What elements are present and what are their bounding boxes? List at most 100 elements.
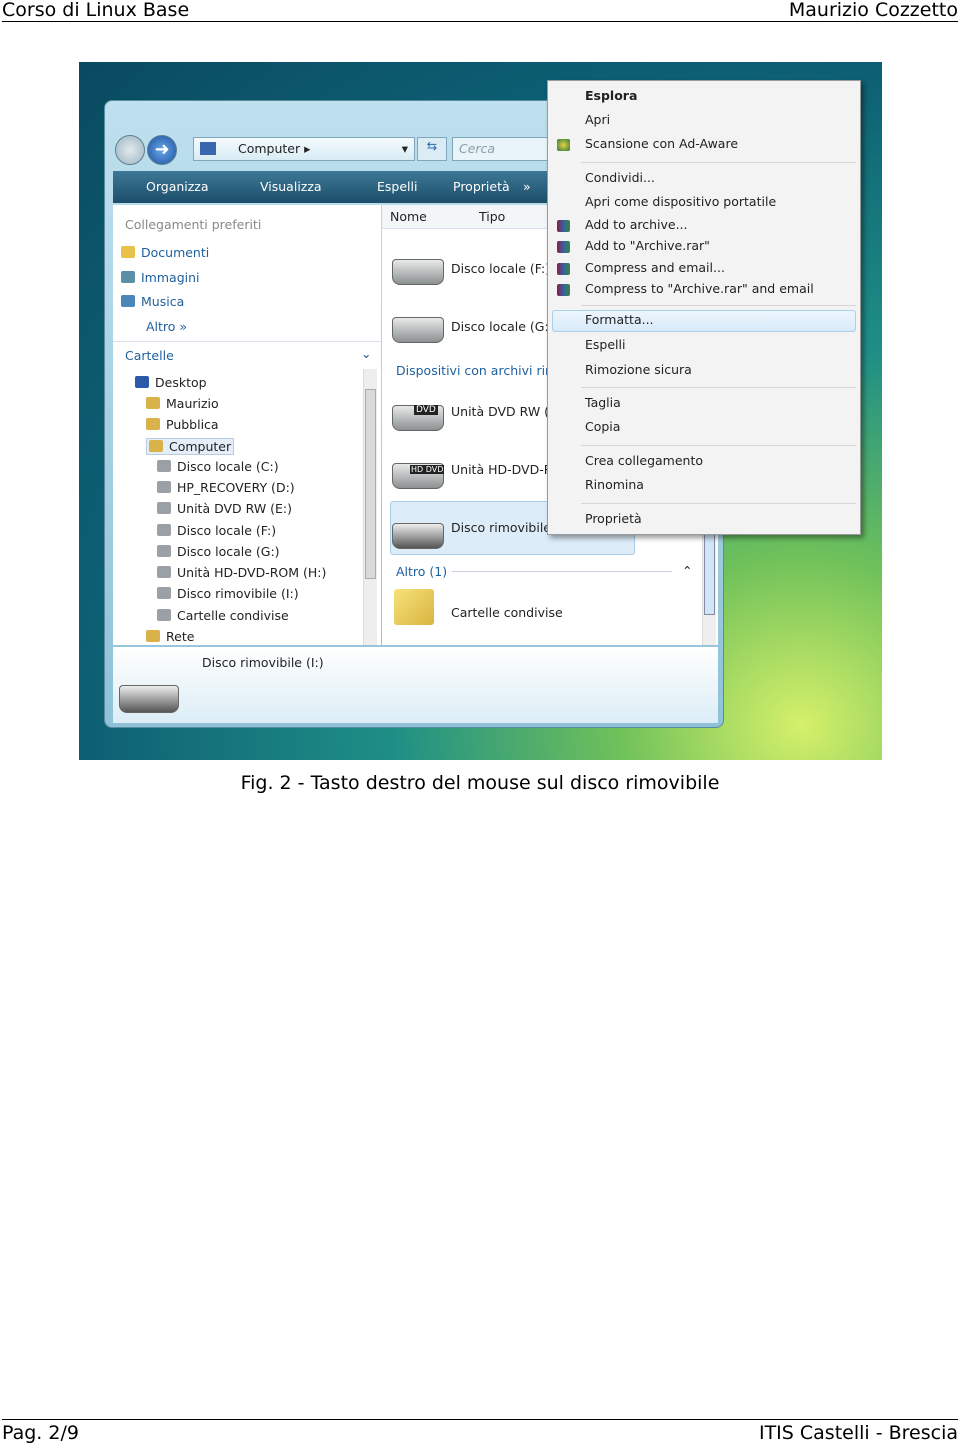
menu-item[interactable]: Compress and email... (585, 260, 725, 275)
favorite-immagini[interactable]: Immagini (121, 270, 200, 285)
page-number: Pag. 2/9 (2, 1422, 79, 1444)
tree-item-icon (135, 376, 149, 388)
chevron-down-icon[interactable]: ⌄ (361, 346, 371, 361)
tree-item-icon (146, 630, 160, 642)
drive-icon (392, 259, 444, 285)
item-hddvd[interactable]: Unità HD-DVD-R (451, 462, 552, 477)
back-button[interactable] (115, 135, 145, 165)
menu-item[interactable]: Rimozione sicura (585, 362, 692, 377)
toolbar: Organizza Visualizza Espelli Proprietà » (113, 171, 553, 203)
winrar-icon (557, 241, 570, 253)
menu-item[interactable]: Copia (585, 419, 620, 434)
column-tipo[interactable]: Tipo (479, 209, 505, 224)
page-footer: Pag. 2/9 ITIS Castelli - Brescia (2, 1419, 958, 1444)
tree-item-icon (157, 609, 171, 621)
tree-item-icon (157, 524, 171, 536)
details-title: Disco rimovibile (I:) (202, 655, 324, 670)
tree-item[interactable]: Pubblica (146, 417, 219, 432)
address-dropdown-icon[interactable]: ▾ (402, 141, 408, 156)
tree-item-icon (146, 418, 160, 430)
item-dvd[interactable]: Unità DVD RW (E (451, 404, 557, 419)
tree-item-icon (157, 502, 171, 514)
removable-drive-icon (392, 523, 444, 549)
header-left: Corso di Linux Base (2, 0, 190, 21)
screenshot-figure: ➜ Computer ▸ ▾ ⇆ Cerca Organizza Visualiz… (79, 62, 882, 760)
tree-item[interactable]: Rete (146, 629, 194, 644)
menu-item[interactable]: Esplora (585, 88, 637, 103)
pictures-icon (121, 271, 135, 283)
favorite-musica[interactable]: Musica (121, 294, 184, 309)
ad-aware-icon (557, 139, 570, 151)
winrar-icon (557, 284, 570, 296)
shared-folder-icon (394, 589, 434, 625)
winrar-icon (557, 220, 570, 232)
tree-item-icon (157, 460, 171, 472)
tree-item[interactable]: Disco locale (G:) (157, 544, 280, 559)
forward-button[interactable]: ➜ (147, 135, 177, 165)
context-menu: Esplora Apri Scansione con Ad-Aware Condivi… (547, 80, 861, 535)
tree-item-icon (149, 440, 163, 452)
tree-item-icon (157, 481, 171, 493)
menu-item[interactable]: Compress to "Archive.rar" and email (585, 281, 814, 296)
more-toolbar-button[interactable]: » (523, 179, 531, 194)
removable-drive-icon (119, 685, 179, 713)
header-right: Maurizio Cozzetto (788, 0, 958, 21)
address-bar[interactable]: Computer ▸ ▾ (193, 137, 415, 161)
search-input[interactable]: Cerca (452, 137, 552, 161)
menu-item[interactable]: Proprietà (585, 511, 642, 526)
refresh-icon[interactable]: ⇆ (417, 137, 447, 161)
menu-item[interactable]: Rinomina (585, 477, 644, 492)
item-disco-f[interactable]: Disco locale (F:) (451, 261, 550, 276)
visualizza-button[interactable]: Visualizza (260, 179, 322, 194)
folders-title[interactable]: Cartelle (125, 348, 174, 363)
figure-caption: Fig. 2 - Tasto destro del mouse sul disc… (240, 772, 720, 794)
menu-item[interactable]: Scansione con Ad-Aware (585, 136, 738, 151)
column-nome[interactable]: Nome (390, 209, 427, 224)
music-icon (121, 295, 135, 307)
page-header: Corso di Linux Base Maurizio Cozzetto (2, 0, 958, 22)
tree-item-icon (157, 566, 171, 578)
tree-item[interactable]: Maurizio (146, 396, 219, 411)
tree-item[interactable]: Unità DVD RW (E:) (157, 501, 292, 516)
group-other[interactable]: Altro (1) (396, 564, 447, 579)
item-shared[interactable]: Cartelle condivise (451, 605, 563, 620)
menu-item[interactable]: Condividi... (585, 170, 655, 185)
tree-item[interactable]: Unità HD-DVD-ROM (H:) (157, 565, 326, 580)
folder-icon (121, 246, 135, 258)
item-disco-g[interactable]: Disco locale (G:) (451, 319, 554, 334)
favorites-title: Collegamenti preferiti (125, 217, 262, 232)
tree-item-icon (146, 397, 160, 409)
menu-item[interactable]: Add to archive... (585, 217, 688, 232)
organizza-button[interactable]: Organizza (146, 179, 209, 194)
tree-item[interactable]: Disco locale (F:) (157, 523, 276, 538)
tree-item-icon (157, 587, 171, 599)
tree-item[interactable]: Computer (146, 438, 235, 455)
menu-item[interactable]: Add to "Archive.rar" (585, 238, 710, 253)
navigation-pane: Collegamenti preferiti Documenti Immagin… (113, 205, 381, 645)
winrar-icon (557, 263, 570, 275)
altro-link[interactable]: Altro » (146, 319, 187, 334)
menu-item[interactable]: Espelli (585, 337, 625, 352)
tree-item[interactable]: Desktop (135, 375, 207, 390)
tree-item[interactable]: Disco locale (C:) (157, 459, 279, 474)
menu-item[interactable]: Taglia (585, 395, 621, 410)
details-pane: Disco rimovibile (I:) (113, 647, 718, 723)
menu-item[interactable]: Apri come dispositivo portatile (585, 194, 776, 209)
drive-icon (392, 317, 444, 343)
tree-item[interactable]: Disco rimovibile (I:) (157, 586, 299, 601)
item-removable[interactable]: Disco rimovibile (451, 520, 551, 535)
menu-item[interactable]: Apri (585, 112, 610, 127)
menu-item[interactable]: Formatta... (585, 312, 654, 327)
tree-scrollbar[interactable] (363, 369, 377, 645)
collapse-icon[interactable]: ⌃ (682, 563, 692, 578)
favorite-documenti[interactable]: Documenti (121, 245, 209, 260)
espelli-button[interactable]: Espelli (377, 179, 417, 194)
menu-item[interactable]: Crea collegamento (585, 453, 703, 468)
group-removable[interactable]: Dispositivi con archivi rim (396, 363, 557, 378)
tree-item-icon (157, 545, 171, 557)
tree-item[interactable]: HP_RECOVERY (D:) (157, 480, 295, 495)
computer-icon (200, 142, 216, 155)
proprieta-button[interactable]: Proprietà (453, 179, 510, 194)
tree-item[interactable]: Cartelle condivise (157, 608, 289, 623)
footer-right: ITIS Castelli - Brescia (758, 1422, 958, 1444)
